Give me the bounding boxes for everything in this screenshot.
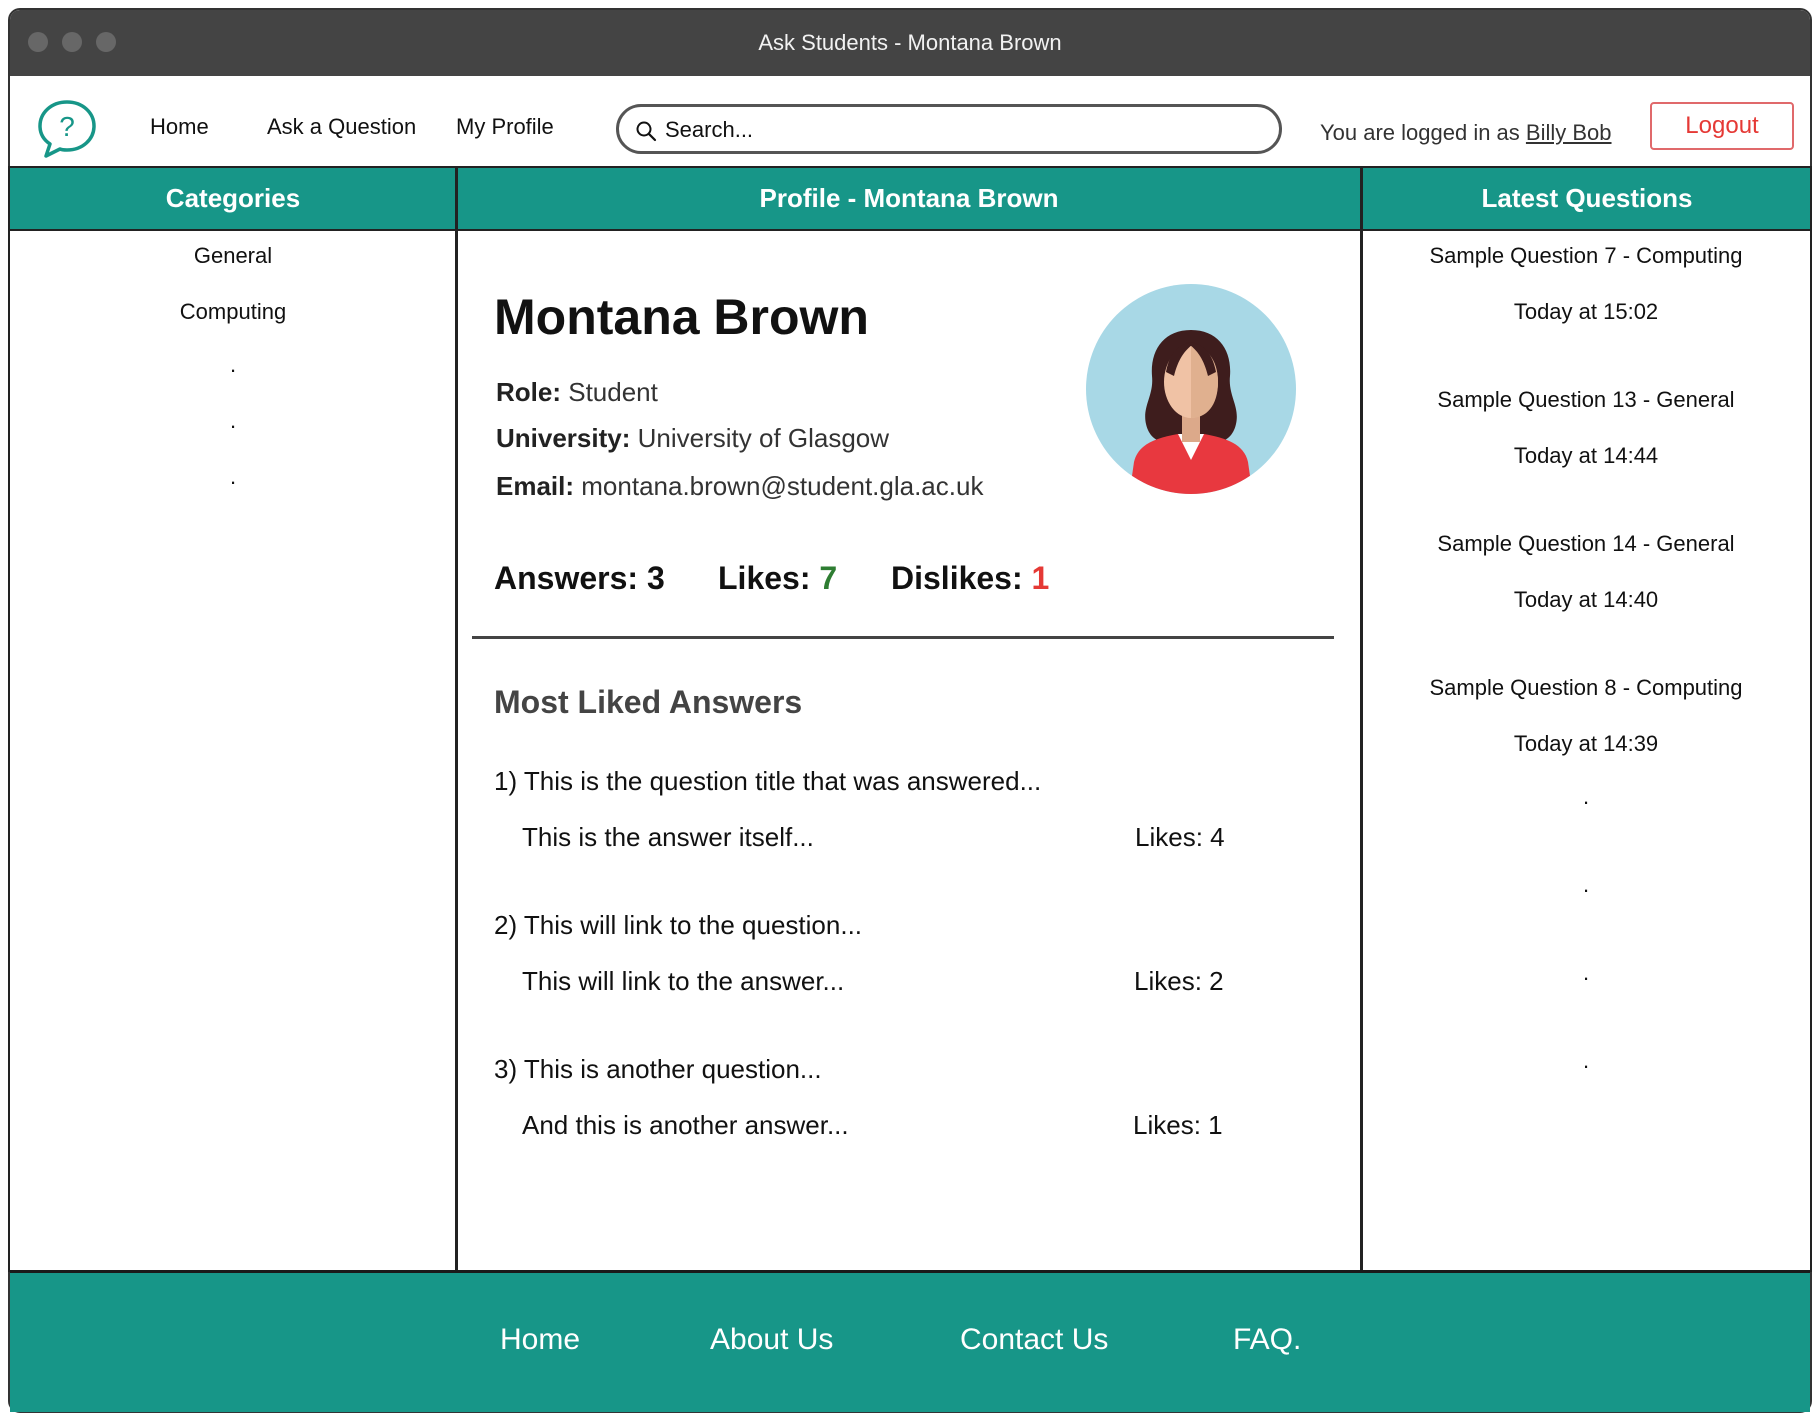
profile-divider (472, 636, 1334, 639)
category-item-computing[interactable]: Computing (8, 299, 458, 325)
latest-question-link[interactable]: Sample Question 7 - Computing (1362, 243, 1810, 269)
svg-text:?: ? (59, 111, 75, 142)
category-more-1: . (229, 352, 237, 377)
answer-link[interactable]: This will link to the answer... (522, 966, 844, 997)
nav-my-profile-link[interactable]: My Profile (456, 114, 554, 140)
answer-question-link[interactable]: 2) This will link to the question... (494, 910, 862, 941)
logged-user-link[interactable]: Billy Bob (1526, 120, 1612, 145)
profile-email: Email: montana.brown@student.gla.ac.uk (496, 471, 983, 502)
login-status-label: You are logged in as (1320, 120, 1520, 145)
latest-question-time: Today at 14:44 (1513, 443, 1659, 468)
search-icon (636, 121, 657, 142)
answer-link[interactable]: And this is another answer... (522, 1110, 849, 1141)
latest-question-time: Today at 14:39 (1513, 731, 1659, 756)
latest-question-link[interactable]: Sample Question 13 - General (1362, 387, 1810, 413)
latest-question-time: Today at 15:02 (1513, 299, 1659, 324)
category-more-3: . (229, 464, 237, 489)
answer-question-link[interactable]: 1) This is the question title that was a… (494, 766, 1041, 797)
category-item-general[interactable]: General (8, 243, 458, 269)
dislikes-label: Dislikes: (891, 560, 1023, 596)
answers-label: Answers: (494, 560, 639, 596)
divider (1810, 166, 1812, 1272)
latest-question-link[interactable]: Sample Question 8 - Computing (1362, 675, 1810, 701)
categories-header: Categories (10, 166, 456, 230)
divider (1360, 166, 1363, 1272)
likes-label: Likes: (718, 560, 811, 596)
window-title: Ask Students - Montana Brown (758, 30, 1062, 55)
latest-more-2: . (1582, 872, 1590, 897)
search-bar (616, 104, 1282, 154)
answers-value: 3 (646, 560, 665, 596)
university-label: University: (496, 423, 631, 453)
footer-home-link[interactable]: Home (500, 1323, 580, 1357)
divider (455, 166, 458, 1272)
latest-question-link[interactable]: Sample Question 14 - General (1362, 531, 1810, 557)
divider (8, 166, 1812, 168)
footer-faq-link[interactable]: FAQ. (1233, 1323, 1301, 1357)
likes-value: 7 (819, 560, 838, 596)
footer: Home About Us Contact Us FAQ. (10, 1270, 1810, 1412)
logout-button[interactable]: Logout (1650, 102, 1794, 150)
latest-more-1: . (1582, 784, 1590, 809)
login-status: You are logged in as Billy Bob (1320, 120, 1612, 146)
answer-question-link[interactable]: 3) This is another question... (494, 1054, 822, 1085)
university-value: University of Glasgow (637, 423, 890, 453)
role-value: Student (568, 377, 658, 407)
avatar (1086, 284, 1296, 494)
title-bar: Ask Students - Montana Brown (10, 10, 1810, 76)
divider (8, 166, 10, 1272)
question-bubble-logo-icon[interactable]: ? (34, 96, 100, 162)
divider (8, 229, 1812, 231)
email-label: Email: (496, 471, 575, 501)
answer-link[interactable]: This is the answer itself... (522, 822, 814, 853)
latest-questions-header: Latest Questions (1362, 166, 1812, 230)
most-liked-answers-title: Most Liked Answers (494, 684, 803, 720)
search-input[interactable] (663, 115, 1247, 145)
profile-header: Profile - Montana Brown (456, 166, 1362, 230)
top-navbar: ? Home Ask a Question My Profile You are… (10, 76, 1810, 176)
answer-likes: Likes: 2 (1134, 966, 1224, 996)
answer-likes: Likes: 1 (1133, 1110, 1223, 1140)
footer-contact-link[interactable]: Contact Us (960, 1323, 1108, 1357)
latest-question-time: Today at 14:40 (1513, 587, 1659, 612)
profile-role: Role: Student (496, 377, 658, 408)
profile-name: Montana Brown (494, 289, 869, 345)
nav-home-link[interactable]: Home (150, 114, 209, 140)
dislikes-value: 1 (1031, 560, 1050, 596)
role-label: Role: (496, 377, 561, 407)
latest-more-4: . (1582, 1048, 1590, 1073)
profile-university: University: University of Glasgow (496, 423, 889, 454)
latest-more-3: . (1582, 960, 1590, 985)
answer-likes: Likes: 4 (1135, 822, 1225, 852)
footer-about-link[interactable]: About Us (710, 1323, 833, 1357)
dislikes-count: Dislikes: 1 (891, 560, 1049, 597)
likes-count: Likes: 7 (718, 560, 837, 597)
answers-count: Answers: 3 (494, 560, 665, 597)
email-value: montana.brown@student.gla.ac.uk (581, 471, 984, 501)
category-more-2: . (229, 408, 237, 433)
nav-ask-question-link[interactable]: Ask a Question (267, 114, 416, 140)
